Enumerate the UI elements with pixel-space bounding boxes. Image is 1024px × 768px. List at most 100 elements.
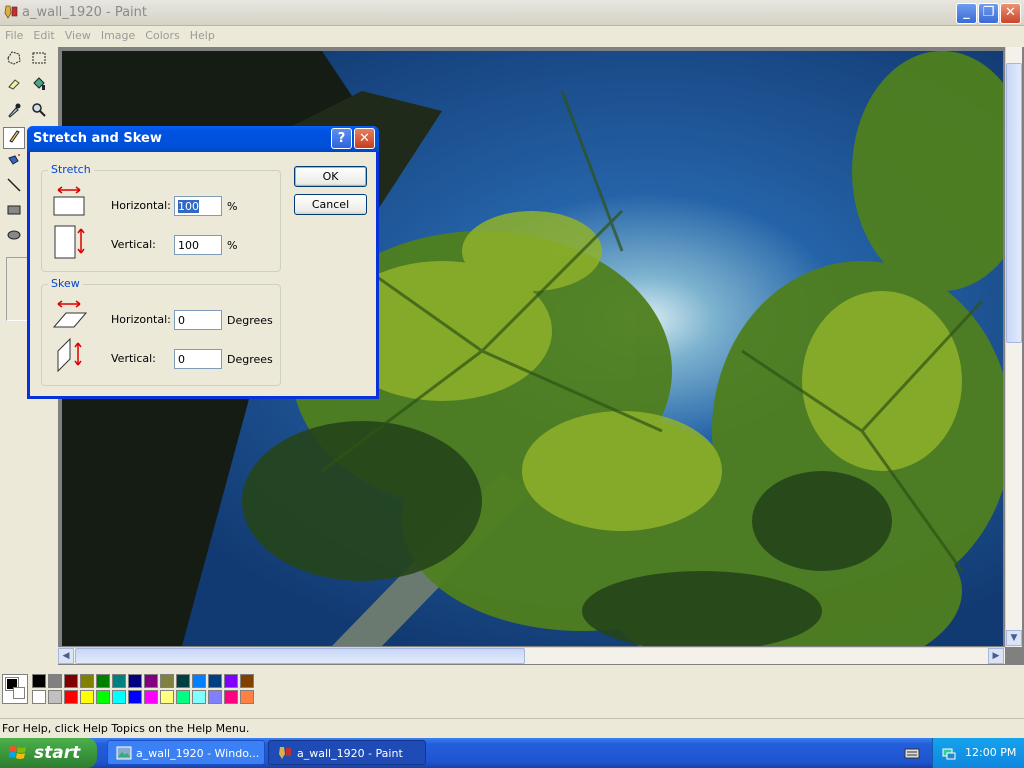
color-swatch[interactable] bbox=[128, 674, 142, 688]
line-tool[interactable] bbox=[3, 177, 25, 199]
minimize-icon: _ bbox=[963, 5, 970, 20]
taskbar-item-windows-viewer[interactable]: a_wall_1920 - Windo... bbox=[107, 740, 265, 765]
stretch-vertical-value: 100 bbox=[178, 239, 199, 252]
color-swatch[interactable] bbox=[32, 674, 46, 688]
close-button[interactable]: ✕ bbox=[1000, 3, 1021, 24]
menu-bar: File Edit View Image Colors Help bbox=[0, 26, 1024, 45]
stretch-horizontal-input[interactable]: 100 bbox=[174, 196, 222, 216]
horizontal-scroll-thumb[interactable] bbox=[75, 648, 525, 664]
menu-file[interactable]: File bbox=[0, 26, 28, 42]
color-swatch[interactable] bbox=[192, 690, 206, 704]
help-button[interactable]: ? bbox=[331, 128, 352, 149]
color-swatch[interactable] bbox=[48, 690, 62, 704]
color-swatch[interactable] bbox=[224, 690, 238, 704]
color-swatch[interactable] bbox=[96, 690, 110, 704]
ellipse-icon bbox=[7, 230, 21, 240]
magnifier-tool[interactable] bbox=[28, 102, 50, 124]
status-bar: For Help, click Help Topics on the Help … bbox=[0, 718, 1024, 738]
eraser-tool[interactable] bbox=[3, 76, 25, 98]
menu-edit[interactable]: Edit bbox=[28, 26, 59, 42]
pencil-icon bbox=[9, 130, 20, 143]
horizontal-scrollbar[interactable]: ◀ ▶ bbox=[58, 647, 1005, 664]
color-swatch[interactable] bbox=[64, 674, 78, 688]
color-swatch[interactable] bbox=[64, 690, 78, 704]
vertical-scrollbar[interactable]: ▼ bbox=[1005, 47, 1022, 647]
color-swatch[interactable] bbox=[112, 674, 126, 688]
pick-color-tool[interactable] bbox=[3, 102, 25, 124]
close-icon: ✕ bbox=[1005, 5, 1016, 20]
menu-view[interactable]: View bbox=[60, 26, 96, 42]
paint-app-icon bbox=[4, 5, 18, 19]
scroll-down-button[interactable]: ▼ bbox=[1006, 630, 1022, 646]
network-icon[interactable] bbox=[941, 745, 957, 761]
color-swatch[interactable] bbox=[80, 674, 94, 688]
eyedropper-icon bbox=[8, 103, 21, 118]
taskbar-item-paint[interactable]: a_wall_1920 - Paint bbox=[268, 740, 426, 765]
select-icon bbox=[32, 52, 46, 64]
dialog-title: Stretch and Skew bbox=[33, 131, 162, 146]
vertical-scroll-thumb[interactable] bbox=[1006, 63, 1022, 343]
status-text: For Help, click Help Topics on the Help … bbox=[2, 722, 250, 735]
color-swatch[interactable] bbox=[48, 674, 62, 688]
color-swatch[interactable] bbox=[160, 674, 174, 688]
skew-vertical-label: Vertical: bbox=[111, 352, 156, 365]
color-swatch[interactable] bbox=[208, 674, 222, 688]
taskbar-item-label: a_wall_1920 - Paint bbox=[297, 747, 403, 760]
color-swatch[interactable] bbox=[176, 690, 190, 704]
arrow-down-icon: ▼ bbox=[1010, 633, 1018, 643]
skew-horizontal-input[interactable]: 0 bbox=[174, 310, 222, 330]
stretch-horizontal-unit: % bbox=[227, 200, 238, 213]
restore-icon: ❐ bbox=[982, 5, 995, 20]
start-button[interactable]: start bbox=[0, 738, 97, 768]
color-swatch[interactable] bbox=[240, 674, 254, 688]
color-swatch[interactable] bbox=[208, 690, 222, 704]
color-swatch[interactable] bbox=[144, 690, 158, 704]
arrow-left-icon: ◀ bbox=[62, 651, 70, 661]
window-title: a_wall_1920 - Paint bbox=[22, 5, 147, 20]
scroll-left-button[interactable]: ◀ bbox=[58, 648, 74, 664]
dialog-close-button[interactable]: ✕ bbox=[354, 128, 375, 149]
color-swatch[interactable] bbox=[112, 690, 126, 704]
system-tray: 12:00 PM bbox=[932, 738, 1024, 768]
stretch-vertical-input[interactable]: 100 bbox=[174, 235, 222, 255]
menu-image[interactable]: Image bbox=[96, 26, 140, 42]
color-swatch[interactable] bbox=[96, 674, 110, 688]
skew-vertical-input[interactable]: 0 bbox=[174, 349, 222, 369]
menu-colors[interactable]: Colors bbox=[140, 26, 184, 42]
menu-help[interactable]: Help bbox=[185, 26, 220, 42]
rectangle-tool[interactable] bbox=[3, 202, 25, 224]
cancel-button[interactable]: Cancel bbox=[294, 194, 367, 215]
scroll-right-button[interactable]: ▶ bbox=[988, 648, 1004, 664]
color-swatch[interactable] bbox=[160, 690, 174, 704]
arrow-right-icon: ▶ bbox=[992, 651, 1000, 661]
airbrush-tool[interactable] bbox=[3, 152, 25, 174]
maximize-button[interactable]: ❐ bbox=[978, 3, 999, 24]
ok-button[interactable]: OK bbox=[294, 166, 367, 187]
color-swatch[interactable] bbox=[80, 690, 94, 704]
airbrush-icon bbox=[8, 154, 20, 165]
free-form-select-tool[interactable] bbox=[3, 50, 25, 72]
current-colors[interactable] bbox=[2, 674, 28, 704]
help-icon: ? bbox=[337, 131, 346, 146]
fill-tool[interactable] bbox=[28, 76, 50, 98]
line-icon bbox=[7, 178, 21, 192]
stretch-legend: Stretch bbox=[48, 163, 94, 176]
skew-vertical-value: 0 bbox=[178, 353, 185, 366]
color-swatch[interactable] bbox=[128, 690, 142, 704]
keyboard-icon[interactable] bbox=[904, 746, 920, 760]
color-swatch[interactable] bbox=[192, 674, 206, 688]
start-label: start bbox=[34, 743, 81, 763]
stretch-horizontal-value: 100 bbox=[178, 200, 199, 213]
pencil-tool[interactable] bbox=[3, 127, 25, 149]
clock[interactable]: 12:00 PM bbox=[965, 746, 1016, 759]
stretch-horizontal-label: Horizontal: bbox=[111, 199, 171, 212]
select-tool[interactable] bbox=[28, 50, 50, 72]
color-swatch[interactable] bbox=[224, 674, 238, 688]
color-swatch[interactable] bbox=[176, 674, 190, 688]
color-swatch[interactable] bbox=[144, 674, 158, 688]
minimize-button[interactable]: _ bbox=[956, 3, 977, 24]
color-swatch[interactable] bbox=[32, 690, 46, 704]
color-swatch[interactable] bbox=[240, 690, 254, 704]
ellipse-tool[interactable] bbox=[3, 227, 25, 249]
taskbar: start a_wall_1920 - Windo... a_wall_1920… bbox=[0, 738, 1024, 768]
